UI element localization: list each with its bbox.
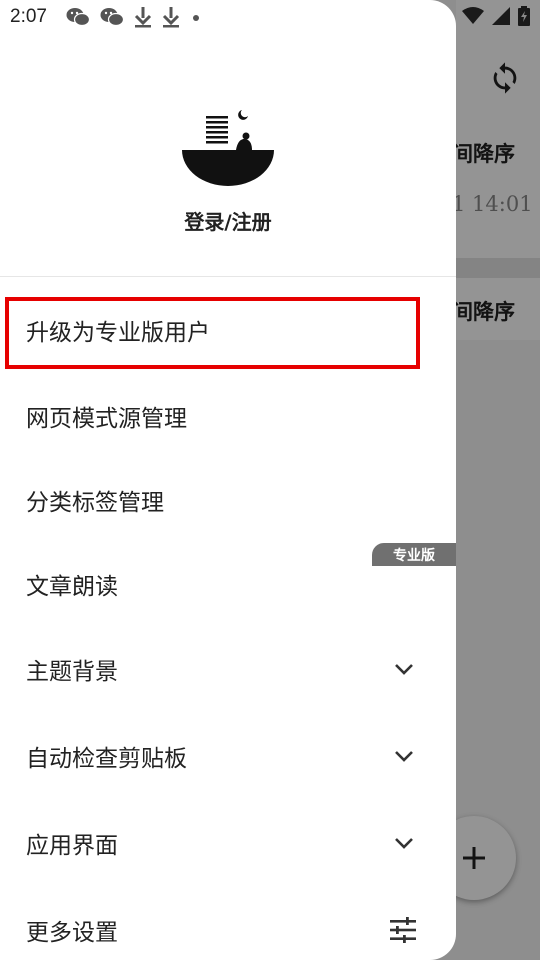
highlight-box xyxy=(5,297,420,369)
menu-item-label: 应用界面 xyxy=(26,833,118,859)
header-divider xyxy=(0,276,456,277)
login-register-link[interactable]: 登录/注册 xyxy=(0,206,456,235)
wechat-icon xyxy=(66,8,90,27)
menu-item-label: 分类标签管理 xyxy=(26,490,164,516)
menu-item-label: 更多设置 xyxy=(26,920,118,946)
notification-dot-icon xyxy=(193,15,199,21)
menu-item-article-readout[interactable]: 文章朗读 xyxy=(0,544,456,624)
menu-item-label: 主题背景 xyxy=(26,659,118,685)
signal-icon xyxy=(492,7,510,25)
menu-item-more-settings[interactable]: 更多设置 xyxy=(0,890,456,960)
menu-item-theme-background[interactable]: 主题背景 xyxy=(0,629,456,709)
status-icons-left xyxy=(66,6,202,28)
chevron-down-icon[interactable] xyxy=(394,749,414,763)
wechat-icon xyxy=(100,8,124,27)
screen: 间降序 1 14:01 间降序 2:07 登录/注册 升级为专业版用户 网页模式… xyxy=(0,0,540,960)
chevron-down-icon[interactable] xyxy=(394,836,414,850)
status-time: 2:07 xyxy=(10,6,47,27)
navigation-drawer: 2:07 登录/注册 升级为专业版用户 网页模式源管理 分类标签管理 专业版 文… xyxy=(0,0,456,960)
battery-icon xyxy=(518,6,530,26)
download-icon xyxy=(134,7,152,28)
download-icon xyxy=(162,7,180,28)
status-icons-right xyxy=(462,6,530,26)
menu-item-webmode-sources[interactable]: 网页模式源管理 xyxy=(0,376,456,456)
menu-item-label: 自动检查剪贴板 xyxy=(26,746,187,772)
menu-item-tag-management[interactable]: 分类标签管理 xyxy=(0,460,456,540)
wifi-icon xyxy=(462,7,484,24)
menu-item-auto-clipboard[interactable]: 自动检查剪贴板 xyxy=(0,716,456,796)
tune-icon[interactable] xyxy=(388,916,418,944)
menu-item-label: 文章朗读 xyxy=(26,574,118,600)
menu-item-app-interface[interactable]: 应用界面 xyxy=(0,803,456,883)
menu-item-label: 网页模式源管理 xyxy=(26,406,187,432)
app-logo xyxy=(182,110,274,186)
chevron-down-icon[interactable] xyxy=(394,662,414,676)
